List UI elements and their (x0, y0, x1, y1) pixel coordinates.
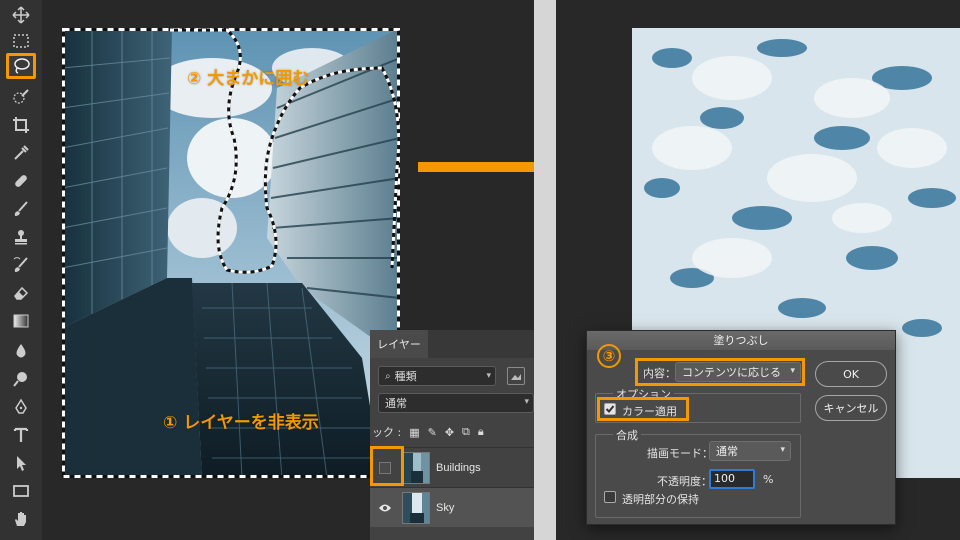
layer-filter-label: 種類 (394, 370, 417, 383)
chevron-down-icon: ▾ (780, 445, 785, 455)
hand-icon[interactable] (6, 506, 36, 532)
visibility-toggle-on[interactable] (370, 488, 400, 528)
contents-label: 内容： (643, 367, 676, 380)
color-adapt-label: カラー適用 (622, 405, 677, 418)
layer-name-buildings: Buildings (436, 461, 481, 474)
mode-label: 描画モード： (647, 447, 713, 460)
opacity-unit: % (763, 473, 774, 486)
layer-name-sky: Sky (436, 501, 455, 514)
panel-divider (534, 0, 556, 540)
color-adapt-checkbox[interactable] (604, 403, 616, 415)
layer-filter-select[interactable]: ⌕ 種類 ▾ (378, 366, 496, 386)
screenshot-root: ② 大まかに囲む ① レイヤーを非表示 レイヤー ⌕ 種類 ▾ 通常 ▾ ック … (0, 0, 960, 540)
brush-icon[interactable] (6, 196, 36, 222)
blend-mode-select[interactable]: 通常 ▾ (378, 393, 534, 413)
visibility-highlight-box (370, 446, 404, 486)
healing-icon[interactable] (6, 168, 36, 194)
lock-label: ック : (372, 426, 402, 439)
lock-row: ック : ▦ ✎ ✥ ⧉ 🔒︎ (370, 422, 534, 442)
chevron-down-icon: ▾ (790, 366, 795, 376)
lasso-icon[interactable] (6, 53, 36, 79)
history-brush-icon[interactable] (6, 252, 36, 278)
stamp-icon[interactable] (6, 224, 36, 250)
path-select-icon[interactable] (6, 450, 36, 476)
blend-mode-value: 通常 (385, 397, 407, 410)
dialog-title: 塗りつぶし (587, 331, 895, 350)
pen-icon[interactable] (6, 394, 36, 420)
contents-value: コンテンツに応じる (682, 366, 781, 379)
blending-legend: 合成 (613, 427, 641, 443)
layer-thumbnail (402, 451, 430, 484)
marquee-icon[interactable] (6, 28, 36, 54)
blur-icon[interactable] (6, 338, 36, 364)
chevron-down-icon: ▾ (524, 397, 529, 407)
preserve-transparency-checkbox[interactable] (604, 491, 616, 503)
lock-artboard-icon[interactable]: ⧉ (462, 425, 470, 439)
mode-value: 通常 (716, 445, 738, 458)
opacity-input[interactable]: 100 (709, 469, 755, 489)
layer-row-sky[interactable]: Sky (370, 487, 534, 527)
crop-icon[interactable] (6, 112, 36, 138)
quick-select-icon[interactable] (6, 84, 36, 110)
step3-badge: ③ (597, 344, 621, 368)
lock-all-icon[interactable]: 🔒︎ (478, 425, 484, 439)
step2-callout: ② 大まかに囲む (187, 69, 310, 89)
search-icon: ⌕ (385, 370, 391, 382)
layers-tabbar: レイヤー (370, 330, 534, 358)
lock-paint-icon[interactable]: ✎ (428, 426, 437, 439)
gradient-icon[interactable] (6, 308, 36, 334)
contents-select[interactable]: コンテンツに応じる ▾ (675, 362, 801, 382)
tab-layers[interactable]: レイヤー (370, 330, 428, 358)
cancel-button[interactable]: キャンセル (815, 395, 887, 421)
step1-callout: ① レイヤーを非表示 (163, 413, 319, 433)
ok-button[interactable]: OK (815, 361, 887, 387)
dodge-icon[interactable] (6, 366, 36, 392)
move-icon[interactable] (6, 2, 36, 28)
eye-icon (379, 504, 391, 511)
opacity-label: 不透明度： (657, 475, 712, 488)
layer-thumbnail (402, 491, 430, 524)
preserve-transparency-label: 透明部分の保持 (622, 493, 699, 506)
image-filter-icon[interactable] (507, 367, 525, 385)
eraser-icon[interactable] (6, 280, 36, 306)
lock-position-icon[interactable]: ✥ (445, 426, 454, 439)
lock-transparent-icon[interactable]: ▦ (409, 426, 419, 439)
chevron-down-icon: ▾ (486, 371, 491, 381)
layers-panel: レイヤー ⌕ 種類 ▾ 通常 ▾ ック : ▦ ✎ ✥ ⧉ 🔒︎ Buildin… (370, 330, 534, 540)
type-icon[interactable] (6, 422, 36, 448)
fill-dialog: 塗りつぶし ③ 内容： コンテンツに応じる ▾ オプション カラー適用 合成 描… (586, 330, 896, 525)
tools-panel (0, 0, 42, 540)
rectangle-icon[interactable] (6, 478, 36, 504)
mode-select[interactable]: 通常 ▾ (709, 441, 791, 461)
eyedropper-icon[interactable] (6, 140, 36, 166)
